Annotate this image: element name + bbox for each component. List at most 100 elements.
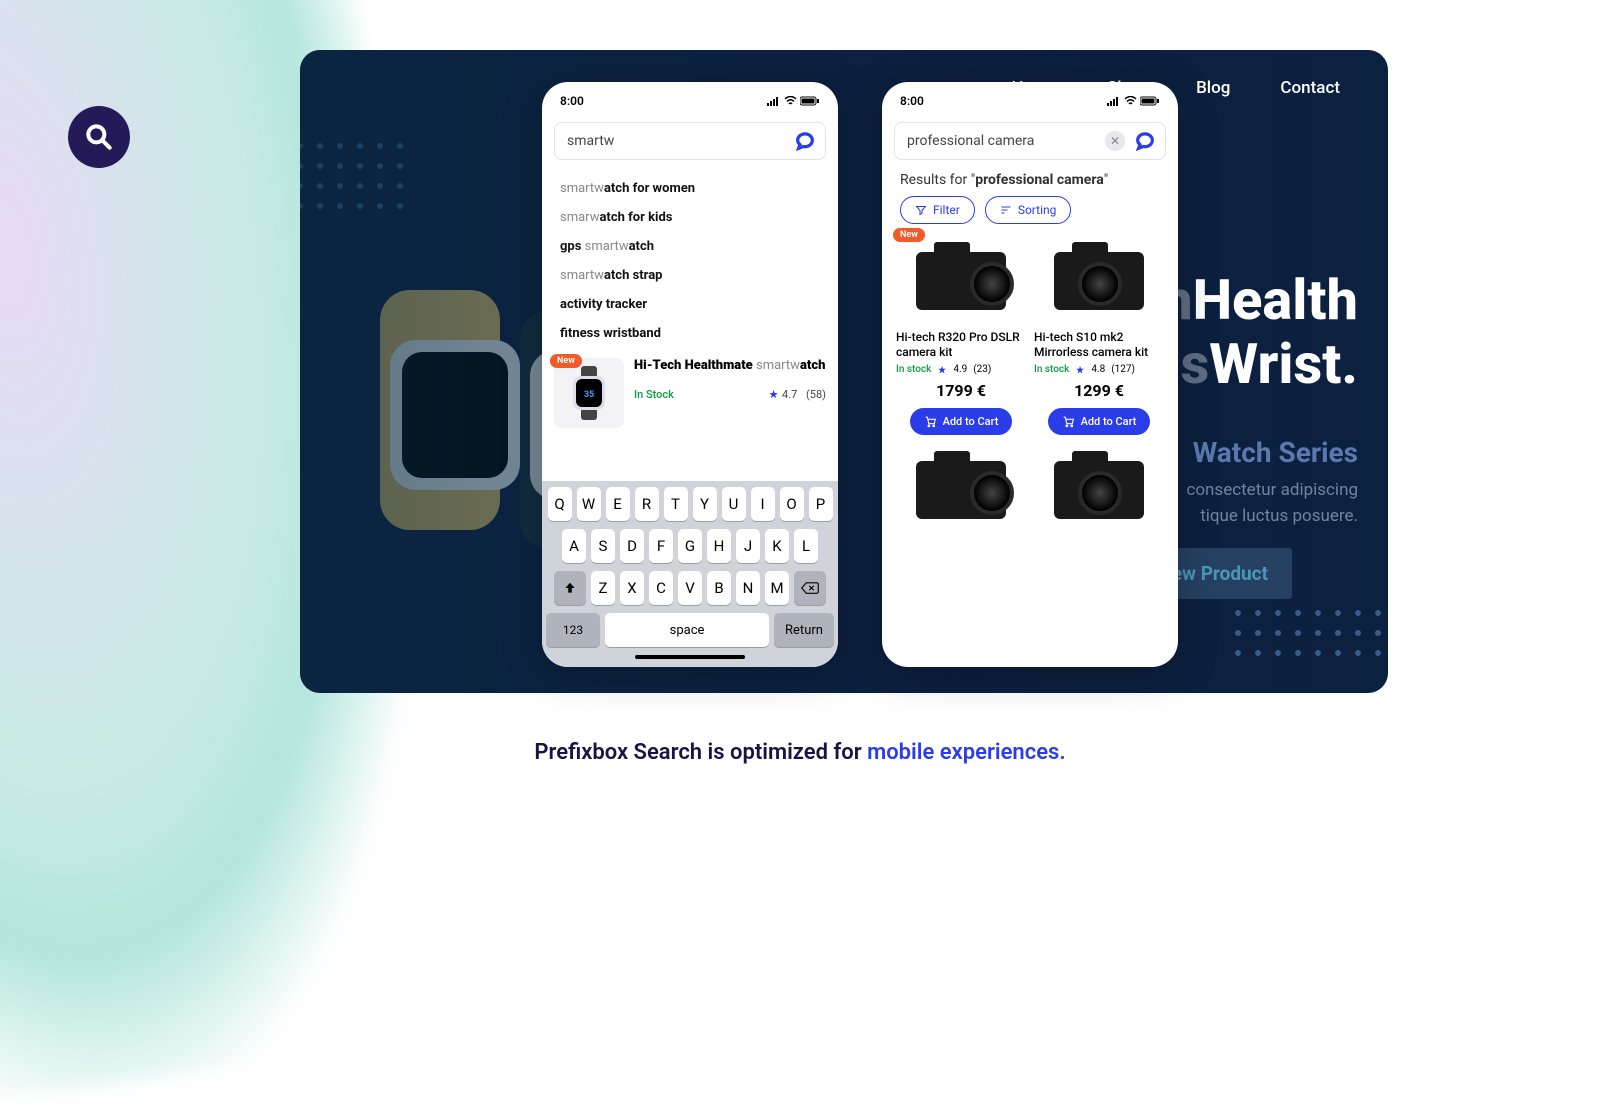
key-q[interactable]: Q [548, 487, 572, 521]
product-suggestion[interactable]: New 35 Hi-Tech Healthmate smartwatch In … [542, 348, 838, 434]
home-indicator [635, 655, 745, 659]
suggestion-item[interactable]: smarwatch for kids [560, 203, 820, 232]
hero-body: consectetur adipiscingtique luctus posue… [1186, 478, 1358, 529]
search-button[interactable] [1131, 127, 1159, 155]
key-k[interactable]: K [765, 529, 789, 563]
nav-item[interactable]: Contact [1280, 78, 1340, 98]
review-count: (23) [973, 364, 991, 375]
key-d[interactable]: D [620, 529, 644, 563]
key-v[interactable]: V [678, 571, 702, 605]
key-a[interactable]: A [562, 529, 586, 563]
search-input[interactable] [907, 133, 1105, 149]
key-z[interactable]: Z [591, 571, 615, 605]
star-icon [937, 365, 947, 375]
product-card[interactable] [1034, 445, 1164, 535]
product-title: Hi-Tech Healthmate smartwatch [634, 358, 826, 374]
speech-icon [794, 130, 816, 152]
key-t[interactable]: T [664, 487, 688, 521]
search-bar[interactable]: ✕ [894, 122, 1166, 160]
shift-key[interactable] [554, 571, 586, 605]
key-s[interactable]: S [591, 529, 615, 563]
status-time: 8:00 [560, 94, 584, 108]
key-n[interactable]: N [736, 571, 760, 605]
status-icons [1107, 96, 1160, 106]
star-icon [768, 389, 779, 400]
star-icon [1075, 365, 1085, 375]
add-to-cart-button[interactable]: Add to Cart [910, 408, 1013, 435]
return-key[interactable]: Return [774, 613, 834, 647]
phone-mockup-results: 8:00 ✕ Results for "professional camera"… [882, 82, 1178, 667]
suggestion-item[interactable]: smartwatch strap [560, 261, 820, 290]
dot-pattern [1228, 603, 1388, 683]
brand-logo [68, 106, 130, 168]
key-o[interactable]: O [780, 487, 804, 521]
key-m[interactable]: M [765, 571, 789, 605]
phone-mockup-autocomplete: 8:00 smartwatch for women smarwatch for … [542, 82, 838, 667]
filter-button[interactable]: Filter [900, 196, 975, 224]
key-h[interactable]: H [707, 529, 731, 563]
filter-icon [915, 204, 927, 216]
key-j[interactable]: J [736, 529, 760, 563]
key-x[interactable]: X [620, 571, 644, 605]
search-input[interactable] [567, 133, 791, 149]
review-count: (127) [1111, 364, 1135, 375]
key-f[interactable]: F [649, 529, 673, 563]
new-badge: New [893, 228, 925, 242]
cart-icon [1062, 415, 1075, 428]
results-header: Results for "professional camera" [882, 168, 1178, 196]
key-g[interactable]: G [678, 529, 702, 563]
suggestion-item[interactable]: activity tracker [560, 290, 820, 319]
suggestion-list: smartwatch for women smarwatch for kids … [542, 168, 838, 348]
cart-icon [924, 415, 937, 428]
stock-label: In Stock [634, 388, 674, 401]
key-c[interactable]: C [649, 571, 673, 605]
product-title: Hi-tech S10 mk2 Mirrorless camera kit [1034, 330, 1164, 360]
new-badge: New [550, 354, 582, 368]
signal-icon [767, 96, 781, 106]
rating: 4.7 (58) [768, 388, 826, 401]
product-title: Hi-tech R320 Pro DSLR camera kit [896, 330, 1026, 360]
product-card[interactable] [896, 445, 1026, 535]
hero-card: Home Shop Blog Contact ThHealth isWrist.… [300, 50, 1388, 693]
key-y[interactable]: Y [693, 487, 717, 521]
product-image [1039, 445, 1159, 535]
watch-icon: 35 [565, 364, 613, 422]
key-w[interactable]: W [577, 487, 601, 521]
search-button[interactable] [791, 127, 819, 155]
keyboard: QWERTYUIOP ASDFGHJKL ZXCVBNM 123 space R… [542, 481, 838, 667]
battery-icon [800, 96, 820, 106]
price: 1799 € [936, 381, 986, 400]
suggestion-item[interactable]: smartwatch for women [560, 174, 820, 203]
price: 1299 € [1074, 381, 1124, 400]
status-bar: 8:00 [882, 82, 1178, 120]
stock-label: In stock [896, 364, 931, 375]
wifi-icon [784, 96, 797, 106]
numbers-key[interactable]: 123 [546, 613, 600, 647]
product-image [901, 445, 1021, 535]
key-e[interactable]: E [606, 487, 630, 521]
key-i[interactable]: I [751, 487, 775, 521]
nav-item[interactable]: Blog [1196, 78, 1230, 98]
stock-label: In stock [1034, 364, 1069, 375]
product-image [1039, 236, 1159, 326]
add-to-cart-button[interactable]: Add to Cart [1048, 408, 1151, 435]
key-l[interactable]: L [794, 529, 818, 563]
key-u[interactable]: U [722, 487, 746, 521]
rating-value: 4.8 [1091, 364, 1105, 375]
tagline: Prefixbox Search is optimized for mobile… [0, 740, 1600, 765]
status-time: 8:00 [900, 94, 924, 108]
key-p[interactable]: P [809, 487, 833, 521]
space-key[interactable]: space [605, 613, 769, 647]
suggestion-item[interactable]: fitness wristband [560, 319, 820, 348]
product-image: New [901, 236, 1021, 326]
search-bar[interactable] [554, 122, 826, 160]
product-card[interactable]: New Hi-tech R320 Pro DSLR camera kit In … [896, 236, 1026, 435]
sorting-button[interactable]: Sorting [985, 196, 1072, 224]
key-r[interactable]: R [635, 487, 659, 521]
product-card[interactable]: Hi-tech S10 mk2 Mirrorless camera kit In… [1034, 236, 1164, 435]
key-b[interactable]: B [707, 571, 731, 605]
backspace-key[interactable] [794, 571, 826, 605]
clear-button[interactable]: ✕ [1105, 131, 1125, 151]
status-bar: 8:00 [542, 82, 838, 120]
suggestion-item[interactable]: gps smartwatch [560, 232, 820, 261]
